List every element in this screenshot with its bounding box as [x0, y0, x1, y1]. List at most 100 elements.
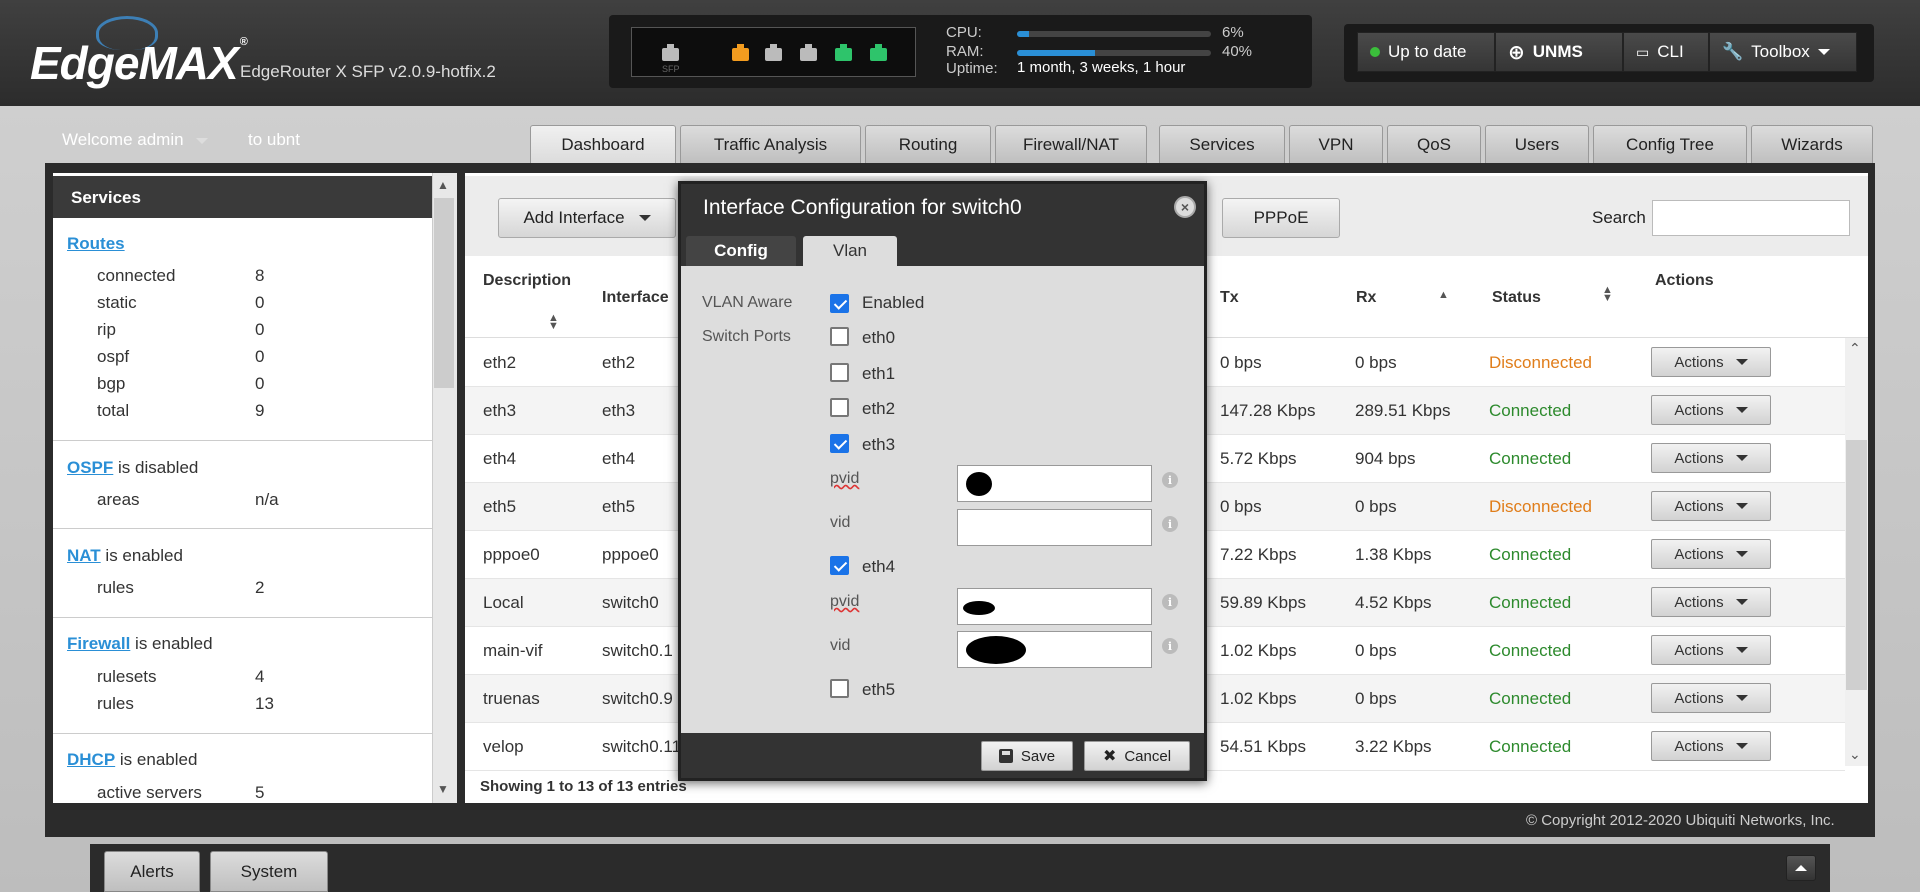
sort-icon[interactable]: ▲ ▼ — [1602, 285, 1613, 304]
column-status[interactable]: Status — [1492, 289, 1541, 307]
cell-status: Connected — [1489, 689, 1572, 708]
sidebar-scroll-thumb[interactable] — [434, 198, 454, 388]
ospf-areas-label: areas — [97, 490, 140, 509]
cpu-bar-fill — [1017, 31, 1029, 37]
sort-asc-icon[interactable]: ▲ — [1438, 289, 1449, 301]
ospf-link[interactable]: OSPF — [67, 458, 113, 477]
cell-interface: eth2 — [602, 353, 636, 372]
port-eth3-icon[interactable] — [835, 44, 852, 61]
tab-alerts[interactable]: Alerts — [104, 851, 200, 892]
routes-link[interactable]: Routes — [67, 234, 125, 253]
close-icon[interactable]: × — [1174, 196, 1196, 218]
actions-button[interactable]: Actions — [1651, 587, 1771, 617]
tab-config-tree[interactable]: Config Tree — [1593, 125, 1747, 163]
info-icon[interactable]: i — [1162, 472, 1178, 488]
info-icon[interactable]: i — [1162, 638, 1178, 654]
tab-dashboard[interactable]: Dashboard — [530, 125, 676, 163]
routes-rip-value: 0 — [255, 320, 265, 339]
firewall-link[interactable]: Firewall — [67, 634, 130, 653]
expand-panel-button[interactable] — [1786, 855, 1816, 881]
tab-routing[interactable]: Routing — [865, 125, 991, 163]
actions-button[interactable]: Actions — [1651, 635, 1771, 665]
port-sfp-icon[interactable] — [662, 44, 679, 61]
routes-ospf-label: ospf — [97, 347, 130, 366]
sidebar-title: Services — [53, 176, 432, 218]
eth4-vid-input[interactable] — [957, 631, 1152, 668]
actions-label: Actions — [1674, 689, 1724, 707]
eth4-pvid-input[interactable] — [957, 588, 1152, 625]
chevron-down-icon[interactable]: ⌄ — [1849, 746, 1861, 763]
update-status-button[interactable]: Up to date — [1357, 32, 1495, 72]
eth3-pvid-label: pvid — [830, 470, 860, 487]
search-input[interactable] — [1652, 200, 1850, 236]
eth0-checkbox[interactable] — [830, 327, 849, 346]
tab-qos[interactable]: QoS — [1387, 125, 1481, 163]
column-description[interactable]: Description — [483, 272, 571, 290]
edgemax-logo: EdgeMAX ® — [30, 36, 248, 89]
actions-button[interactable]: Actions — [1651, 539, 1771, 569]
actions-button[interactable]: Actions — [1651, 491, 1771, 521]
save-button[interactable]: Save — [981, 741, 1073, 771]
tab-firewall-nat[interactable]: Firewall/NAT — [995, 125, 1147, 163]
scroll-down-icon[interactable]: ▼ — [437, 782, 449, 796]
tab-services[interactable]: Services — [1159, 125, 1285, 163]
chevron-up-icon[interactable]: ⌃ — [1849, 340, 1861, 357]
cancel-button[interactable]: ✖ Cancel — [1084, 741, 1190, 771]
scroll-up-icon[interactable]: ▲ — [437, 178, 449, 192]
cli-button[interactable]: ▭ CLI — [1623, 32, 1709, 72]
user-menu[interactable]: Welcome admin — [62, 130, 208, 150]
table-scroll-thumb[interactable] — [1846, 440, 1867, 690]
tab-users[interactable]: Users — [1485, 125, 1589, 163]
eth3-vid-input[interactable] — [957, 509, 1152, 546]
pppoe-button[interactable]: PPPoE — [1222, 198, 1340, 238]
routes-connected-label: connected — [97, 266, 176, 285]
info-icon[interactable]: i — [1162, 594, 1178, 610]
actions-button[interactable]: Actions — [1651, 731, 1771, 761]
cell-rx: 0 bps — [1355, 689, 1397, 708]
eth1-label: eth1 — [862, 364, 896, 383]
actions-button[interactable]: Actions — [1651, 347, 1771, 377]
sidebar-divider — [53, 528, 432, 529]
ram-percent: 40% — [1222, 43, 1253, 60]
eth2-checkbox[interactable] — [830, 398, 849, 417]
eth3-checkbox[interactable] — [830, 434, 849, 453]
tab-traffic-analysis[interactable]: Traffic Analysis — [680, 125, 861, 163]
port-eth2-icon[interactable] — [800, 44, 817, 61]
port-indicators: SFP — [631, 27, 916, 77]
chevron-down-icon — [1735, 503, 1748, 509]
column-interface[interactable]: Interface — [602, 289, 669, 307]
tab-wizards[interactable]: Wizards — [1751, 125, 1873, 163]
dhcp-link[interactable]: DHCP — [67, 750, 115, 769]
uptime-label: Uptime: — [946, 60, 998, 77]
nat-link[interactable]: NAT — [67, 546, 101, 565]
port-eth4-icon[interactable] — [870, 44, 887, 61]
cell-rx: 289.51 Kbps — [1355, 401, 1451, 420]
add-interface-button[interactable]: Add Interface — [498, 198, 676, 238]
eth5-checkbox[interactable] — [830, 679, 849, 698]
column-tx[interactable]: Tx — [1220, 289, 1239, 307]
info-icon[interactable]: i — [1162, 516, 1178, 532]
port-eth1-icon[interactable] — [765, 44, 782, 61]
eth3-pvid-input[interactable] — [957, 465, 1152, 502]
tab-vlan[interactable]: Vlan — [803, 236, 897, 266]
welcome-text: Welcome admin — [62, 130, 184, 149]
eth5-label: eth5 — [862, 680, 896, 699]
eth0-label: eth0 — [862, 328, 896, 347]
port-eth0-icon[interactable] — [732, 44, 749, 61]
vlan-aware-checkbox[interactable] — [830, 294, 849, 313]
tab-config[interactable]: Config — [686, 236, 796, 266]
column-rx[interactable]: Rx — [1356, 289, 1376, 307]
cpu-label: CPU: — [946, 24, 982, 41]
tab-vpn[interactable]: VPN — [1289, 125, 1383, 163]
sort-icon[interactable]: ▲ ▼ — [548, 313, 559, 332]
toolbox-button[interactable]: 🔧 Toolbox — [1709, 32, 1857, 72]
actions-button[interactable]: Actions — [1651, 683, 1771, 713]
eth1-checkbox[interactable] — [830, 363, 849, 382]
search-label: Search — [1592, 208, 1646, 227]
cell-rx: 0 bps — [1355, 353, 1397, 372]
eth4-checkbox[interactable] — [830, 556, 849, 575]
tab-system[interactable]: System — [210, 851, 328, 892]
unms-button[interactable]: ⊕ UNMS — [1495, 32, 1623, 72]
actions-button[interactable]: Actions — [1651, 395, 1771, 425]
actions-button[interactable]: Actions — [1651, 443, 1771, 473]
